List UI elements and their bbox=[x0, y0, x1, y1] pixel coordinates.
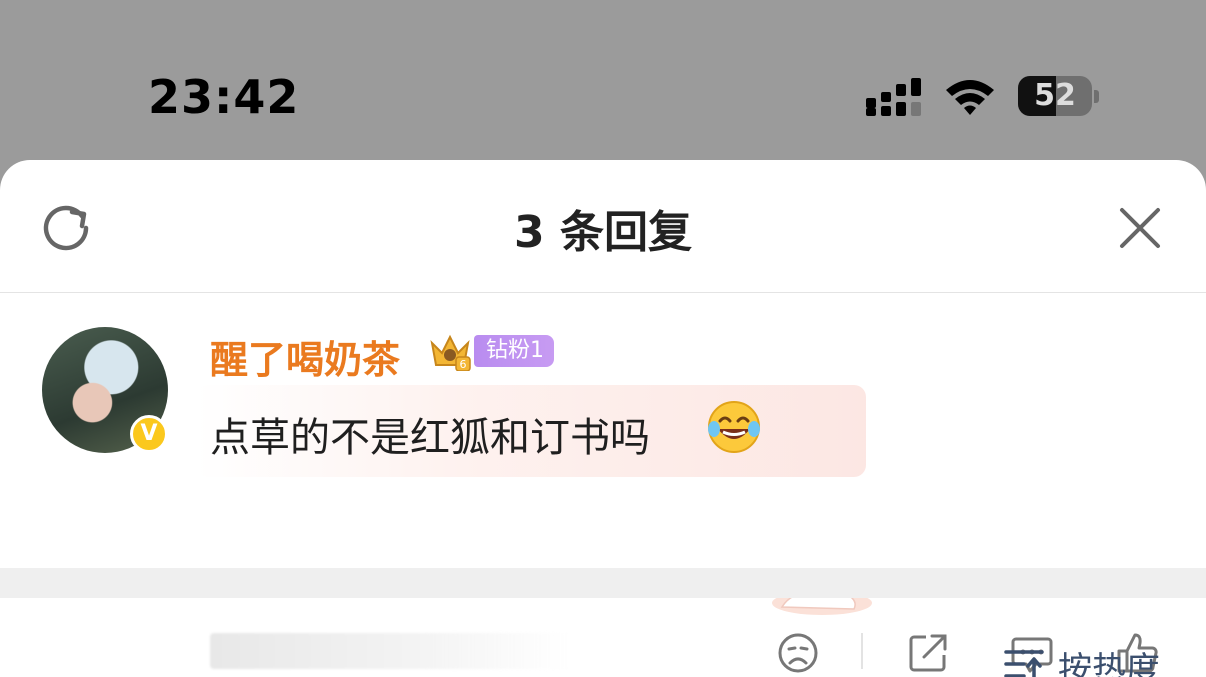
sort-icon bbox=[1004, 650, 1044, 677]
dislike-icon[interactable] bbox=[776, 631, 820, 675]
battery-icon: 52 bbox=[1018, 76, 1092, 116]
laughing-tears-emoji bbox=[708, 401, 760, 453]
comment-item: V 醒了喝奶茶 6 钻粉1 点草的不是红狐和订书吗 bbox=[0, 293, 1206, 673]
wifi-icon bbox=[946, 80, 994, 115]
fan-badge[interactable]: 6 钻粉1 bbox=[428, 329, 558, 371]
comment-text: 点草的不是红狐和订书吗 bbox=[210, 415, 650, 461]
fan-badge-level: 6 bbox=[460, 358, 467, 371]
comment-meta-blurred bbox=[210, 633, 570, 669]
verified-badge: V bbox=[130, 415, 168, 453]
sheet-header: 3 条回复 bbox=[0, 160, 1206, 293]
status-time: 23:42 bbox=[148, 70, 300, 124]
fan-badge-label: 钻粉1 bbox=[474, 335, 554, 367]
replies-sheet: 3 条回复 V 醒了喝奶茶 6 钻粉1 点草的不是红狐和订书吗 按热度 bbox=[0, 160, 1206, 677]
close-icon[interactable] bbox=[1118, 206, 1162, 250]
battery-tip bbox=[1094, 90, 1099, 103]
action-divider bbox=[861, 633, 863, 669]
signal-icon bbox=[866, 78, 921, 116]
section-gap bbox=[0, 568, 1206, 598]
battery-level: 52 bbox=[1034, 78, 1076, 113]
share-icon[interactable] bbox=[906, 631, 950, 675]
sort-label: 按热度 bbox=[1058, 650, 1160, 677]
comment-username[interactable]: 醒了喝奶茶 bbox=[210, 329, 400, 384]
sheet-title: 3 条回复 bbox=[514, 207, 692, 258]
